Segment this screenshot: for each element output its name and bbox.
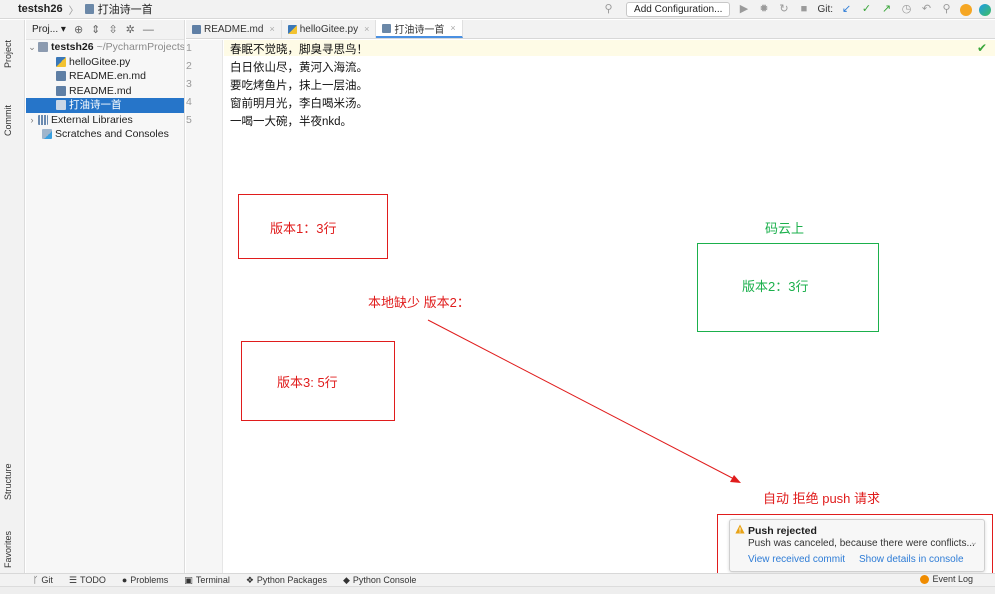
view-received-commit-link[interactable]: View received commit (748, 554, 845, 565)
tool-label: Git (41, 575, 53, 585)
cloud-title-label: 码云上 (765, 221, 805, 236)
terminal-tool-button[interactable]: ▣ Terminal (184, 575, 230, 586)
python-icon: ◆ (342, 574, 350, 585)
tool-label: TODO (80, 575, 106, 585)
packages-icon: ❖ (245, 574, 254, 585)
arrow-head (730, 475, 741, 483)
todo-tool-button[interactable]: ☰ TODO (69, 575, 106, 586)
list-icon: ☰ (68, 574, 77, 585)
bottom-tool-bar: ᚴ Git ☰ TODO ● Problems ▣ Terminal ❖ Python P… (0, 573, 995, 586)
tool-label: Python Packages (256, 575, 327, 585)
warning-icon (735, 524, 745, 534)
status-bar (0, 586, 995, 594)
version3-label: 版本3: 5行 (277, 375, 338, 390)
tool-label: Terminal (195, 575, 230, 585)
arrow-line (427, 319, 739, 482)
problems-icon: ● (121, 575, 128, 585)
auto-reject-label: 自动 拒绝 push 请求 (763, 491, 881, 506)
push-rejected-notification: Push rejected Push was canceled, because… (729, 519, 985, 572)
version1-label: 版本1：3行 (270, 221, 337, 236)
version2-label: 版本2：3行 (742, 279, 809, 294)
tool-label: Python Console (352, 575, 417, 585)
tool-label: Problems (130, 575, 169, 585)
show-details-link[interactable]: Show details in console (859, 554, 964, 565)
notification-title: Push rejected (748, 525, 817, 537)
problems-tool-button[interactable]: ● Problems (122, 575, 168, 585)
git-tool-button[interactable]: ᚴ Git (33, 575, 53, 585)
notification-body: Push was canceled, because there were co… (748, 538, 975, 549)
git-branch-icon: ᚴ (33, 575, 39, 585)
local-missing-label: 本地缺少 版本2： (368, 295, 470, 310)
chevron-down-icon[interactable]: ⌄ (970, 537, 978, 548)
python-console-tool-button[interactable]: ◆ Python Console (343, 575, 416, 586)
python-packages-tool-button[interactable]: ❖ Python Packages (246, 575, 327, 586)
event-log-label: Event Log (932, 574, 973, 584)
event-log-button[interactable]: Event Log (920, 574, 973, 584)
terminal-icon: ▣ (184, 574, 193, 585)
event-log-badge-icon (920, 574, 930, 584)
